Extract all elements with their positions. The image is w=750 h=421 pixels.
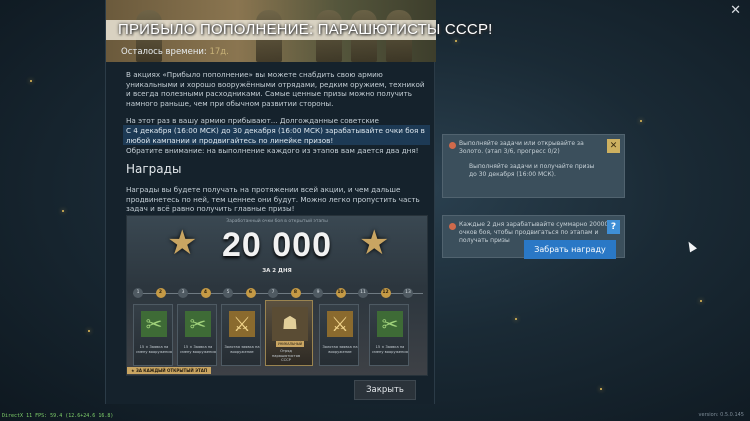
timer-value: 17д.	[209, 47, 229, 57]
spark	[62, 210, 64, 212]
page-title: ПРИБЫЛО ПОПОЛНЕНИЕ: ПАРАШЮТИСТЫ СССР!	[118, 21, 493, 38]
reward-caption: 15 × Заявка на смену вооружения	[136, 345, 172, 354]
close-icon[interactable]: ✕	[730, 3, 741, 18]
stage-node: 13	[403, 288, 413, 298]
task-text: Выполняйте задачи или открывайте за Золо…	[459, 140, 584, 155]
stage-node: 6	[245, 288, 256, 298]
stage-node: 2	[155, 288, 166, 298]
version-label: version: 0.5.0.145	[698, 412, 744, 418]
claim-reward-button[interactable]: Забрать награду	[524, 240, 616, 259]
rewards-heading: Награды	[126, 162, 182, 176]
stage-node: 1	[133, 288, 143, 298]
reward-caption: 15 × Заявка на смену вооружения	[372, 345, 408, 354]
weapon-request-icon: ✂	[141, 311, 167, 337]
notice-text: Обратите внимание: на выполнение каждого…	[126, 146, 419, 155]
spark	[455, 40, 457, 42]
spark	[600, 388, 602, 390]
reward-card: ✂ 15 × Заявка на смену вооружения	[133, 304, 173, 366]
spark	[700, 300, 702, 302]
unique-badge: УНИКАЛЬНЫЙ	[276, 341, 304, 347]
reward-caption: Золотая заявка на вооружение	[224, 345, 260, 354]
reward-card: ✂ 15 × Заявка на смену вооружения	[177, 304, 217, 366]
timer-label: Осталось времени:	[121, 47, 207, 57]
event-panel: ПРИБЫЛО ПОПОЛНЕНИЕ: ПАРАШЮТИСТЫ СССР! Ос…	[105, 0, 492, 404]
spark	[30, 80, 32, 82]
task-card-gold: Выполняйте задачи или открывайте за Золо…	[442, 134, 625, 198]
fps-counter: DirectX 11 FPS: 59.4 (12.6+24.6 16.8)	[2, 413, 114, 419]
progress-track	[133, 293, 423, 294]
close-button[interactable]: Закрыть	[354, 380, 416, 400]
task-subtext: Выполняйте задачи и получайте призы до 3…	[469, 163, 595, 178]
mouse-cursor	[685, 239, 697, 253]
spark	[515, 318, 517, 320]
score-target: 20 000	[222, 226, 332, 264]
reward-card: ☗ УНИКАЛЬНЫЙ Отряд парашютистов СССР	[265, 300, 313, 366]
stage-node: 5	[223, 288, 233, 298]
reward-card: ⚔ Золотая заявка на вооружение	[319, 304, 359, 366]
help-icon[interactable]: ?	[607, 220, 620, 234]
bell-icon[interactable]: ✕	[607, 139, 620, 153]
reward-caption: 15 × Заявка на смену вооружения	[180, 345, 216, 354]
rewards-text: Награды вы будете получать на протяжении…	[126, 185, 420, 213]
reward-card: ✂ 15 × Заявка на смену вооружения	[369, 304, 409, 366]
weapon-request-icon: ✂	[185, 311, 211, 337]
reward-caption: Золотая заявка на вооружение	[322, 345, 358, 354]
task-marker-icon	[449, 142, 456, 149]
stage-node: 9	[313, 288, 323, 298]
rifles-icon: ⚔	[229, 311, 255, 337]
stage-tag: ★ ЗА КАЖДЫЙ ОТКРЫТЫЙ ЭТАП	[127, 367, 212, 374]
reward-caption: Отряд парашютистов СССР	[271, 349, 301, 363]
reward-card: ⚔ Золотая заявка на вооружение	[221, 304, 261, 366]
stage-node: 8	[290, 288, 301, 298]
task-marker-icon	[449, 223, 456, 230]
timer: Осталось времени: 17д.	[121, 47, 229, 57]
stage-node: 3	[178, 288, 188, 298]
rewards-image: Заработанный очки боя в открытый этапы ★…	[126, 215, 428, 376]
stage-node: 10	[335, 288, 346, 298]
highlight-text: С 4 декабря (16:00 МСК) до 30 декабря (1…	[126, 126, 425, 145]
stage-node: 4	[200, 288, 211, 298]
intro-text: В акциях «Прибыло пополнение» вы можете …	[126, 70, 425, 108]
rifles-icon: ⚔	[327, 311, 353, 337]
stage-node: 12	[380, 288, 391, 298]
squad-icon: ☗	[272, 307, 308, 341]
stage-node: 11	[358, 288, 368, 298]
spark	[640, 120, 642, 122]
spark	[88, 330, 90, 332]
weapon-request-icon: ✂	[377, 311, 403, 337]
stage-node: 7	[268, 288, 278, 298]
score-sub: ЗА 2 ДНЯ	[262, 268, 292, 274]
